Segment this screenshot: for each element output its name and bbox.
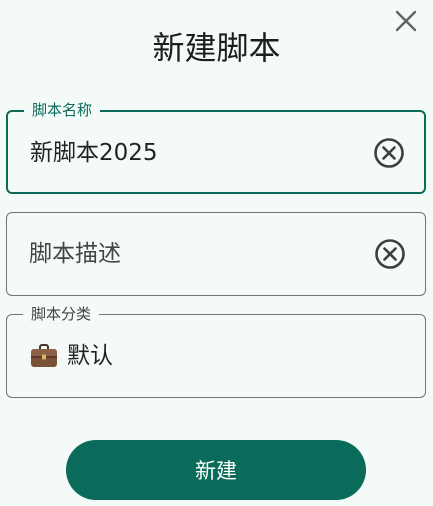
category-selector[interactable]: 默认 (29, 341, 113, 371)
script-category-label: 脚本分类 (23, 304, 100, 324)
new-script-dialog: 新建脚本 脚本名称 脚本分类 (0, 0, 433, 506)
script-description-field[interactable] (6, 212, 426, 296)
clear-description-button[interactable] (373, 237, 407, 271)
clear-name-button[interactable] (372, 136, 406, 170)
category-value: 默认 (67, 343, 113, 369)
script-name-field[interactable]: 脚本名称 (6, 100, 426, 194)
script-description-input[interactable] (29, 239, 349, 269)
script-name-input[interactable] (30, 138, 350, 168)
briefcase-icon (31, 344, 57, 367)
script-name-label: 脚本名称 (24, 100, 101, 120)
dialog-title: 新建脚本 (152, 29, 281, 67)
clear-circle-icon (374, 138, 404, 168)
script-category-field[interactable]: 脚本分类 默认 (6, 304, 426, 398)
clear-circle-icon (375, 239, 405, 269)
create-button[interactable]: 新建 (66, 440, 366, 500)
